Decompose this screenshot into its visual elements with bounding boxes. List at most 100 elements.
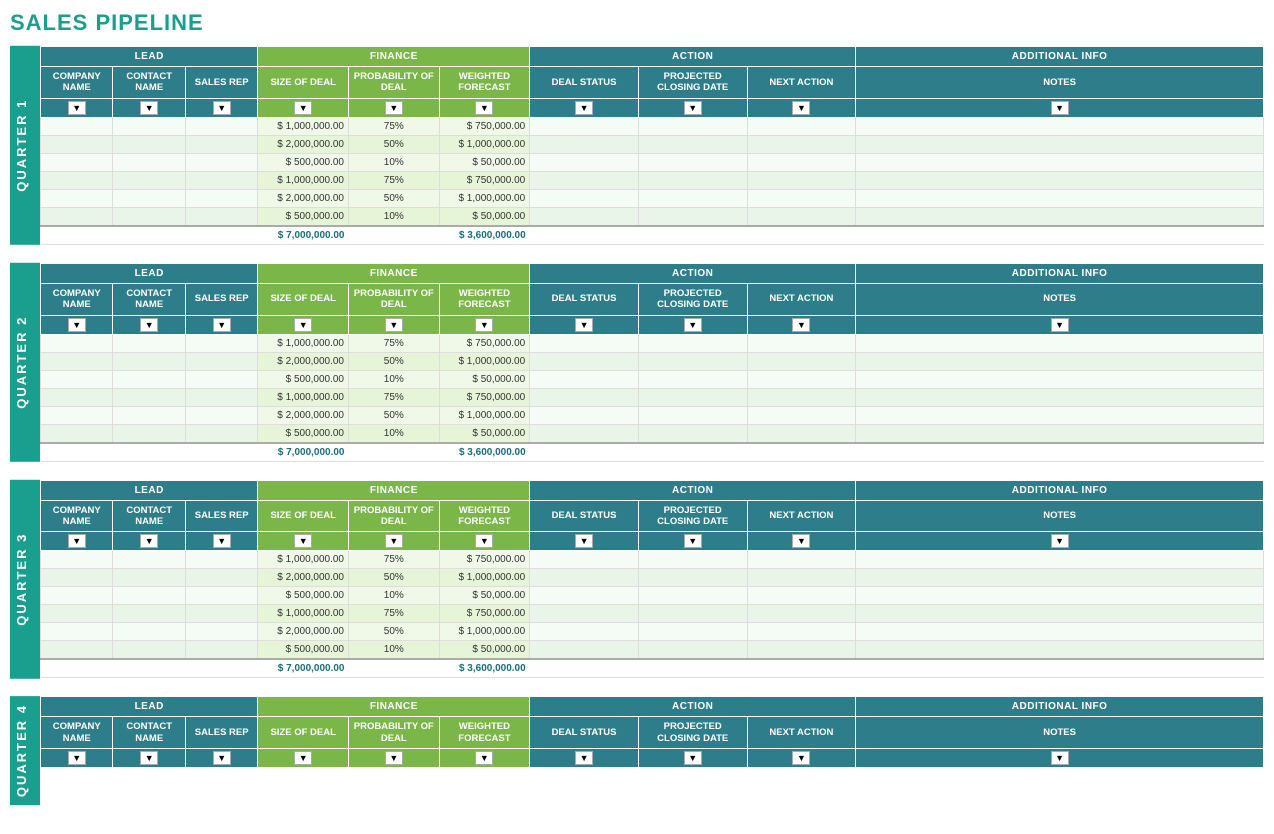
action-group-header: ACTION [530,697,856,717]
probability-header: PROBABILITY OF DEAL [349,283,440,315]
projected-date-cell [638,189,747,207]
sales-rep-header: SALES REP [185,67,257,99]
size-deal-cell: $ 1,000,000.00 [258,334,349,352]
filter-dropdown-5[interactable]: ▼ [475,751,493,765]
next-action-cell [747,551,856,569]
filter-cell-8: ▼ [747,98,856,117]
filter-dropdown-2[interactable]: ▼ [213,318,231,332]
company-cell [41,424,113,443]
filter-dropdown-8[interactable]: ▼ [792,101,810,115]
salesrep-cell [185,587,257,605]
filter-dropdown-4[interactable]: ▼ [385,318,403,332]
probability-cell: 75% [349,551,440,569]
table-row: $ 2,000,000.00 50% $ 1,000,000.00 [41,623,1264,641]
filter-dropdown-2[interactable]: ▼ [213,101,231,115]
filter-dropdown-5[interactable]: ▼ [475,101,493,115]
filter-dropdown-3[interactable]: ▼ [294,534,312,548]
filter-dropdown-7[interactable]: ▼ [684,318,702,332]
projected-date-cell [638,424,747,443]
filter-dropdown-4[interactable]: ▼ [385,101,403,115]
probability-cell: 75% [349,388,440,406]
filter-cell-9: ▼ [856,98,1264,117]
company-cell [41,641,113,660]
filter-dropdown-6[interactable]: ▼ [575,101,593,115]
deal-status-cell [530,551,639,569]
filter-dropdown-7[interactable]: ▼ [684,751,702,765]
filter-dropdown-0[interactable]: ▼ [68,318,86,332]
probability-cell: 10% [349,641,440,660]
filter-dropdown-0[interactable]: ▼ [68,534,86,548]
notes-cell [856,189,1264,207]
notes-cell [856,207,1264,226]
next-action-cell [747,424,856,443]
projected-date-cell [638,135,747,153]
next-action-cell [747,135,856,153]
filter-dropdown-5[interactable]: ▼ [475,534,493,548]
filter-dropdown-3[interactable]: ▼ [294,751,312,765]
filter-cell-7: ▼ [638,749,747,768]
deal-status-cell [530,641,639,660]
filter-dropdown-8[interactable]: ▼ [792,318,810,332]
filter-dropdown-6[interactable]: ▼ [575,534,593,548]
contact-cell [113,189,185,207]
filter-dropdown-8[interactable]: ▼ [792,534,810,548]
contact-name-header: CONTACT NAME [113,717,185,749]
filter-cell-5: ▼ [439,749,530,768]
filter-dropdown-7[interactable]: ▼ [684,101,702,115]
action-group-header: ACTION [530,480,856,500]
filter-dropdown-9[interactable]: ▼ [1051,101,1069,115]
filter-dropdown-1[interactable]: ▼ [140,101,158,115]
probability-header: PROBABILITY OF DEAL [349,500,440,532]
filter-dropdown-2[interactable]: ▼ [213,534,231,548]
filter-cell-8: ▼ [747,749,856,768]
deal-status-cell [530,605,639,623]
salesrep-cell [185,641,257,660]
filter-dropdown-3[interactable]: ▼ [294,318,312,332]
filter-cell-6: ▼ [530,98,639,117]
filter-dropdown-4[interactable]: ▼ [385,751,403,765]
contact-cell [113,135,185,153]
table-row: $ 2,000,000.00 50% $ 1,000,000.00 [41,352,1264,370]
filter-dropdown-6[interactable]: ▼ [575,751,593,765]
filter-dropdown-9[interactable]: ▼ [1051,534,1069,548]
filter-dropdown-8[interactable]: ▼ [792,751,810,765]
notes-cell [856,406,1264,424]
filter-dropdown-1[interactable]: ▼ [140,751,158,765]
filter-dropdown-4[interactable]: ▼ [385,534,403,548]
company-cell [41,153,113,171]
salesrep-cell [185,424,257,443]
additional-group-header: ADDITIONAL INFO [856,263,1264,283]
finance-group-header: FINANCE [258,47,530,67]
filter-dropdown-0[interactable]: ▼ [68,751,86,765]
probability-cell: 75% [349,117,440,135]
total-row: $ 7,000,000.00 $ 3,600,000.00 [41,443,1264,462]
filter-dropdown-6[interactable]: ▼ [575,318,593,332]
table-row: $ 500,000.00 10% $ 50,000.00 [41,641,1264,660]
filter-dropdown-1[interactable]: ▼ [140,318,158,332]
filter-cell-0: ▼ [41,315,113,334]
filter-cell-9: ▼ [856,315,1264,334]
projected-date-cell [638,641,747,660]
deal-status-cell [530,117,639,135]
notes-header: NOTES [856,67,1264,99]
filter-dropdown-2[interactable]: ▼ [213,751,231,765]
table-row: $ 1,000,000.00 75% $ 750,000.00 [41,605,1264,623]
probability-cell: 50% [349,569,440,587]
filter-dropdown-9[interactable]: ▼ [1051,318,1069,332]
deal-status-cell [530,388,639,406]
filter-cell-5: ▼ [439,315,530,334]
filter-dropdown-1[interactable]: ▼ [140,534,158,548]
table-row: $ 2,000,000.00 50% $ 1,000,000.00 [41,135,1264,153]
filter-dropdown-7[interactable]: ▼ [684,534,702,548]
filter-dropdown-5[interactable]: ▼ [475,318,493,332]
page-title: SALES PIPELINE [10,10,1264,36]
filter-dropdown-9[interactable]: ▼ [1051,751,1069,765]
next-action-cell [747,352,856,370]
salesrep-cell [185,352,257,370]
filter-dropdown-0[interactable]: ▼ [68,101,86,115]
notes-cell [856,352,1264,370]
projected-date-cell [638,334,747,352]
filter-dropdown-3[interactable]: ▼ [294,101,312,115]
notes-header: NOTES [856,500,1264,532]
company-cell [41,352,113,370]
